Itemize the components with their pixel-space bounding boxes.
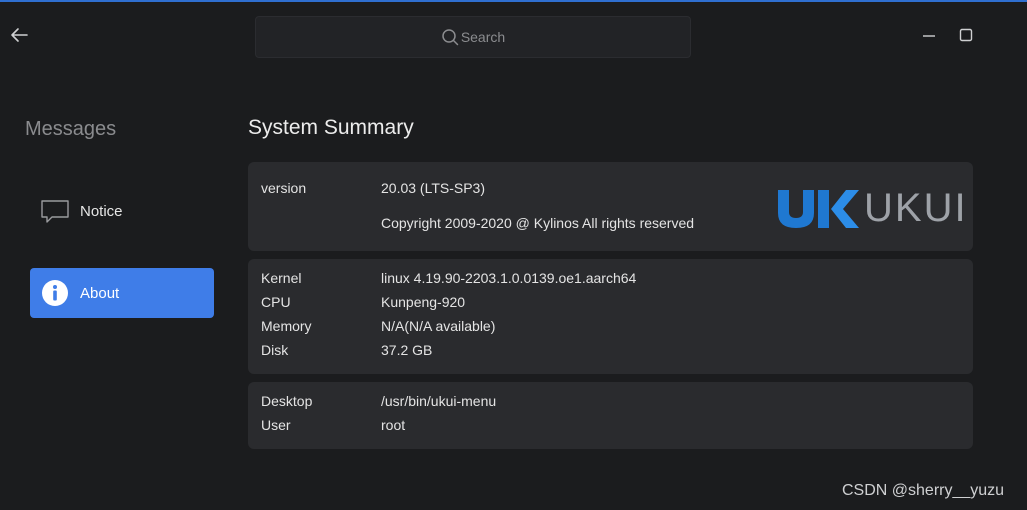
- sidebar-item-label: Notice: [80, 202, 123, 220]
- version-key: version: [261, 180, 307, 196]
- info-value: Kunpeng-920: [381, 294, 466, 310]
- minimize-icon: [923, 35, 935, 37]
- arrow-left-icon: [11, 28, 28, 42]
- sidebar-item-notice[interactable]: Notice: [30, 186, 214, 236]
- title-bar: Search: [0, 2, 1027, 68]
- search-input[interactable]: Search: [255, 16, 691, 58]
- search-placeholder: Search: [460, 29, 506, 45]
- version-card: version 20.03 (LTS-SP3) Copyright 2009-2…: [248, 162, 973, 251]
- message-icon: [40, 196, 70, 226]
- info-key: Desktop: [261, 393, 313, 409]
- info-value: 37.2 GB: [381, 342, 433, 358]
- copyright-text: Copyright 2009-2020 @ Kylinos All rights…: [381, 215, 695, 231]
- minimize-button[interactable]: [920, 26, 938, 44]
- sidebar-item-label: About: [80, 284, 120, 302]
- info-value: N/A(N/A available): [381, 318, 496, 334]
- ukui-logo: UKUI: [774, 184, 966, 230]
- search-icon: [442, 29, 459, 46]
- info-key: Memory: [261, 318, 312, 334]
- sidebar-title: Messages: [25, 118, 117, 140]
- maximize-button[interactable]: [957, 26, 975, 44]
- info-key: Disk: [261, 342, 289, 358]
- back-button[interactable]: [8, 24, 30, 46]
- sidebar-item-about[interactable]: About: [30, 268, 214, 318]
- info-value: /usr/bin/ukui-menu: [381, 393, 497, 409]
- version-value: 20.03 (LTS-SP3): [381, 180, 486, 196]
- hardware-card: Kernel linux 4.19.90-2203.1.0.0139.oe1.a…: [248, 259, 973, 374]
- page-title: System Summary: [248, 116, 414, 139]
- info-value: linux 4.19.90-2203.1.0.0139.oe1.aarch64: [381, 270, 637, 286]
- logo-text: UKUI: [864, 186, 968, 230]
- environment-card: Desktop /usr/bin/ukui-menu User root: [248, 382, 973, 449]
- maximize-icon: [959, 28, 973, 42]
- info-key: User: [261, 417, 291, 433]
- info-icon: [40, 278, 70, 308]
- info-value: root: [381, 417, 406, 433]
- uk-logo-mark: [778, 190, 859, 228]
- info-key: CPU: [261, 294, 291, 310]
- watermark: CSDN @sherry__yuzu: [842, 482, 1005, 499]
- info-key: Kernel: [261, 270, 302, 286]
